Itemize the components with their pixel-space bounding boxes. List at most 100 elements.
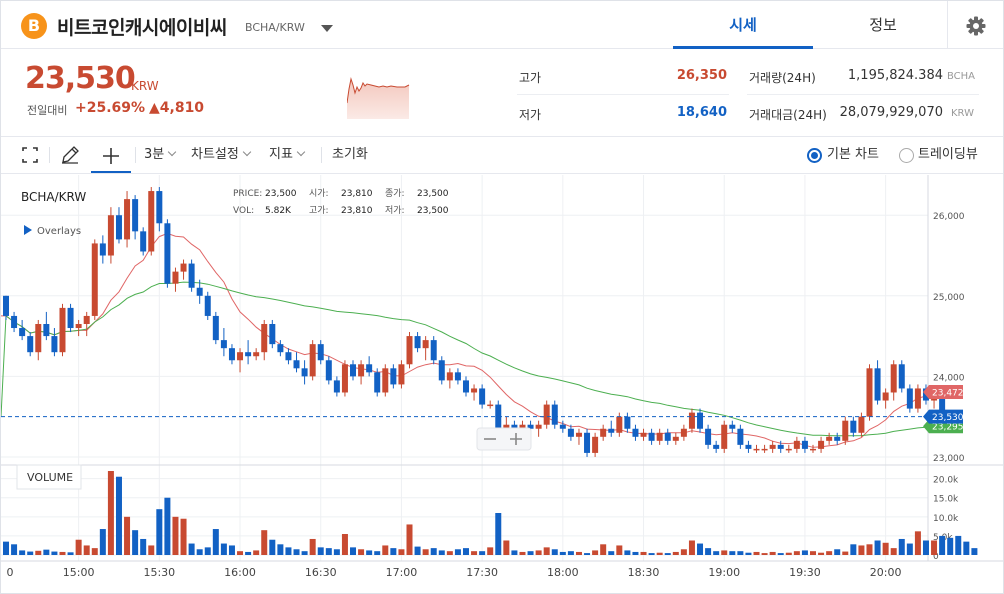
volume-bar <box>115 476 122 555</box>
candle-body <box>220 340 227 349</box>
volume-bar <box>325 548 332 555</box>
volume-bar <box>664 553 671 555</box>
volume-bar <box>955 535 962 555</box>
tab-info[interactable]: 정보 <box>813 1 953 49</box>
volume-bar <box>140 538 147 555</box>
low-label: 저가 <box>519 108 542 122</box>
volume-bar <box>487 547 494 555</box>
x-tick-label: 20:00 <box>870 566 902 579</box>
volume-bar <box>922 540 929 555</box>
volume-bar <box>285 547 292 555</box>
candle-body <box>721 424 728 449</box>
mini-sparkline <box>347 77 410 119</box>
volume-title: VOLUME <box>27 471 73 484</box>
candle-body <box>471 388 478 393</box>
volume-tick-label: 20.0k <box>933 476 959 486</box>
fullscreen-button[interactable] <box>17 137 43 173</box>
candle-body <box>632 428 639 437</box>
volume-bar <box>148 545 155 555</box>
coin-name[interactable]: 비트코인캐시에이비씨 <box>57 13 227 40</box>
volume-bar <box>406 524 413 555</box>
candle-body <box>834 436 841 441</box>
candle-body <box>261 324 268 353</box>
volume-bar <box>59 551 66 555</box>
legend-high-label: 고가: <box>309 205 329 216</box>
candle-body <box>341 364 348 393</box>
volume-bar <box>479 551 486 555</box>
overlays-label[interactable]: Overlays <box>37 226 81 237</box>
draw-tool-button[interactable] <box>57 137 83 173</box>
candle-body <box>567 428 574 437</box>
candle-body <box>656 432 663 441</box>
last-price-badge: 23,530 <box>932 413 964 423</box>
volume-bar <box>761 553 768 555</box>
play-icon[interactable] <box>24 225 32 235</box>
candle-body <box>729 424 736 429</box>
volume-bar <box>124 516 131 555</box>
candle-body <box>866 368 873 417</box>
basic-chart-radio[interactable] <box>807 148 822 163</box>
candle-body <box>737 428 744 445</box>
low-value: 18,640 <box>676 105 727 120</box>
candle-body <box>115 215 122 240</box>
volume-bar <box>672 551 679 555</box>
interval-select[interactable]: 3분 <box>144 137 177 173</box>
candle-body <box>277 344 284 353</box>
legend-price-label: PRICE: <box>233 189 262 199</box>
candle-body <box>584 432 591 453</box>
settings-button[interactable] <box>947 1 1003 49</box>
volume-bar <box>398 549 405 555</box>
volume-bar <box>753 551 760 555</box>
chart-settings-menu[interactable]: 차트설정 <box>191 137 252 173</box>
candle-body <box>575 432 582 437</box>
candle-body <box>761 448 768 451</box>
volume-bar <box>648 553 655 555</box>
candle-body <box>19 328 26 337</box>
coin-logo-icon: B <box>21 13 47 39</box>
volume-title-box: VOLUME <box>16 464 82 490</box>
candle-body <box>680 428 687 437</box>
candle-body <box>753 448 760 451</box>
legend-close-label: 종가: <box>385 188 405 199</box>
tab-market-price[interactable]: 시세 <box>673 1 813 49</box>
volume-bar <box>632 551 639 555</box>
crosshair-button[interactable] <box>91 137 131 173</box>
volume-bar <box>608 551 615 555</box>
trading-view-radio[interactable] <box>899 148 914 163</box>
volume-bar <box>180 518 187 555</box>
candle-body <box>422 340 429 349</box>
coin-pair: BCHA/KRW <box>245 21 305 34</box>
basic-chart-label[interactable]: 기본 차트 <box>827 137 879 173</box>
x-tick-label: 15:00 <box>63 566 95 579</box>
candle-body <box>237 352 244 361</box>
volume-bar <box>906 543 913 555</box>
indicators-menu[interactable]: 지표 <box>269 137 306 173</box>
trading-view-label[interactable]: 트레이딩뷰 <box>918 137 978 173</box>
volume-bar <box>963 541 970 555</box>
legend-open: 23,810 <box>341 189 373 199</box>
volume-bar <box>366 550 373 555</box>
separator <box>135 147 136 163</box>
volume-bar <box>277 544 284 555</box>
legend-low-label: 저가: <box>385 205 405 216</box>
volume-bar <box>729 551 736 555</box>
volume-bar <box>261 530 268 555</box>
volume-bar <box>584 553 591 555</box>
ma-long-badge: 23,295 <box>932 423 964 433</box>
chevron-down-icon <box>242 147 252 157</box>
volume-bar <box>527 551 534 555</box>
separator <box>49 147 50 163</box>
chevron-down-icon[interactable] <box>321 25 333 32</box>
axis-ticks: 26,00025,00024,00023,00020.0k15.0k10.0k5… <box>7 212 965 579</box>
current-price: 23,530 <box>25 61 136 96</box>
app-window: B 비트코인캐시에이비씨 BCHA/KRW 시세 정보 23,530 KRW 전… <box>0 0 1004 594</box>
candle-body <box>898 364 905 389</box>
volume-bar <box>624 550 631 555</box>
volume-bar <box>697 543 704 555</box>
volume-bar <box>543 547 550 555</box>
candle-body <box>446 372 453 381</box>
volume-bar <box>616 545 623 555</box>
candle-body <box>374 372 381 393</box>
reset-button[interactable]: 초기화 <box>332 137 368 173</box>
price-chart[interactable]: 26,000 25,000 24,000 23,000 20.0k 15.0k 10.0k 5… <box>1 175 1003 593</box>
